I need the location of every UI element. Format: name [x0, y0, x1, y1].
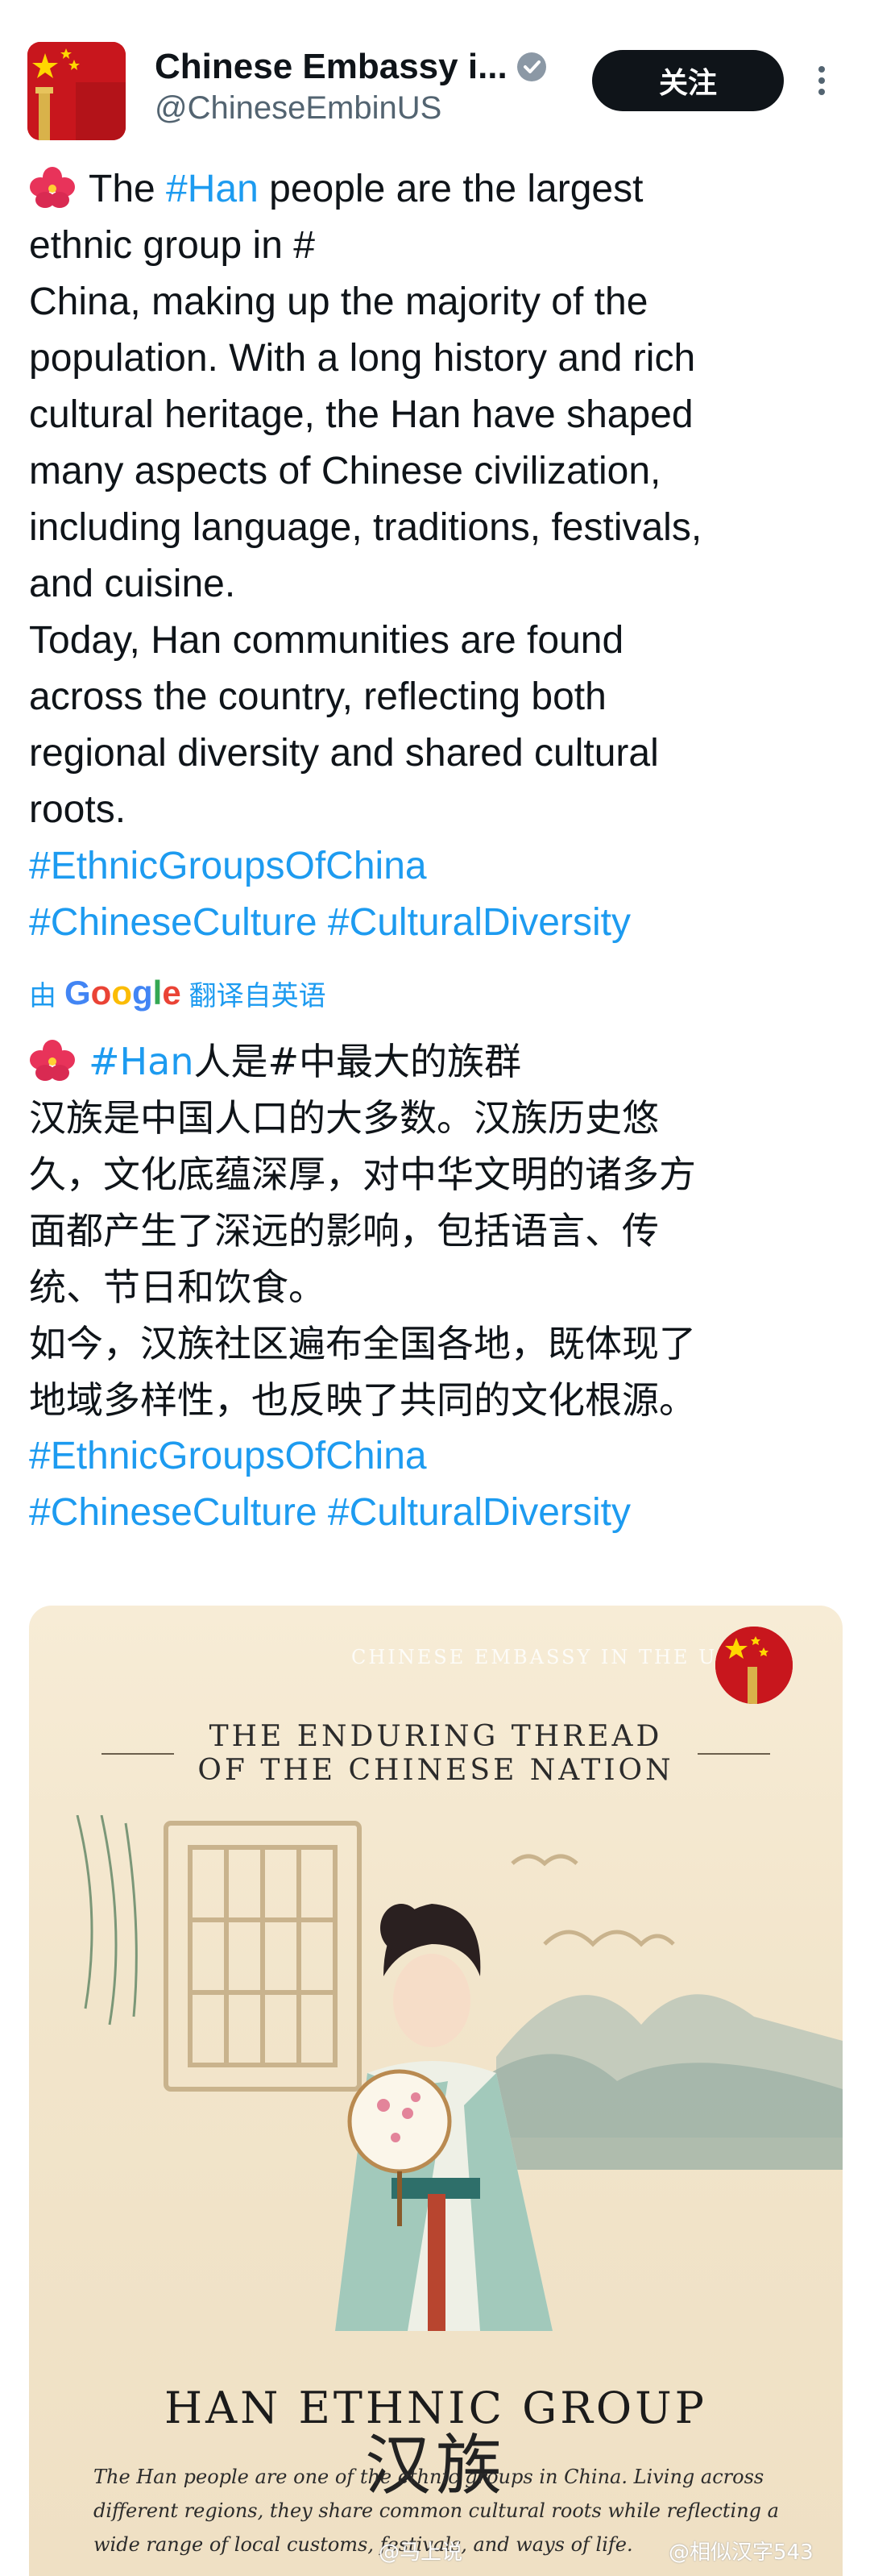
china-flag-icon [27, 42, 126, 140]
text-line: China, making up the majority of the [29, 280, 648, 323]
hashtag-link[interactable]: #EthnicGroupsOfChina [29, 838, 843, 895]
watermark-right: @相似汉字543 [669, 2541, 814, 2565]
hashtag-link[interactable]: #Han [89, 1040, 193, 1083]
han-woman-illustration [76, 1815, 843, 2331]
hashtag-link[interactable]: #EthnicGroupsOfChina [29, 1428, 843, 1485]
description-line: The Han people are one of the ethnic gro… [93, 2466, 764, 2488]
text-line: roots. [29, 788, 126, 831]
text-line: cultural heritage, the Han have shaped [29, 393, 694, 436]
text-segment: 人是#中最大的族群 [193, 1040, 522, 1083]
text-line: population. With a long history and rich [29, 337, 696, 380]
hashtag-link[interactable]: #ChineseCulture #CulturalDiversity [29, 1485, 843, 1541]
verified-badge-icon [516, 52, 546, 81]
text-line: including language, traditions, festival… [29, 506, 702, 549]
hibiscus-icon [30, 1040, 75, 1081]
lattice-window-icon [164, 1821, 362, 2092]
text-segment: people are the largest [258, 168, 644, 210]
text-line: across the country, reflecting both [29, 675, 607, 718]
google-logo: Google [64, 974, 181, 1012]
account-avatar[interactable] [27, 42, 126, 140]
account-handle[interactable]: @ChineseEmbinUS [155, 90, 441, 127]
post-text-chinese: #Han人是#中最大的族群 汉族是中国人口的大多数。汉族历史悠 久，文化底蕴深厚… [29, 1033, 843, 1541]
hashtag-link[interactable]: #ChineseCulture #CulturalDiversity [29, 895, 843, 951]
text-line: and cuisine. [29, 563, 236, 605]
description-line: different regions, they share common cul… [93, 2499, 779, 2522]
text-line: many aspects of Chinese civilization, [29, 450, 661, 492]
text-line: 汉族是中国人口的大多数。汉族历史悠 [29, 1096, 659, 1140]
hashtag-link[interactable]: #Han [166, 168, 259, 210]
text-line: #Han人是#中最大的族群 [29, 1033, 843, 1090]
post-text-english: The #Han people are the largest ethnic g… [29, 161, 843, 951]
translation-attribution[interactable]: 由 Google 翻译自英语 [29, 969, 326, 1017]
text-line: 地域多样性，也反映了共同的文化根源。 [29, 1378, 696, 1422]
card-title-line2: OF THE CHINESE NATION [197, 1754, 674, 1787]
display-name[interactable]: Chinese Embassy i... [155, 47, 508, 87]
text-line: regional diversity and shared cultural [29, 732, 659, 775]
watermark-left: @马上说 [379, 2541, 463, 2565]
post-header: Chinese Embassy i... @ChineseEmbinUS 关注 [0, 0, 870, 161]
card-badge: CHINESE EMBASSY IN THE U.S [351, 1646, 740, 1668]
more-options-icon[interactable] [806, 64, 838, 97]
embassy-logo [715, 1627, 793, 1704]
text-line: 如今，汉族社区遍布全国各地，既体现了 [29, 1322, 696, 1365]
hibiscus-icon [30, 167, 75, 208]
text-line: 久，文化底蕴深厚，对中华文明的诸多方 [29, 1153, 696, 1196]
translation-prefix: 由 [29, 979, 56, 1012]
card-title-line1: THE ENDURING THREAD [209, 1720, 663, 1753]
text-line: ethnic group in # [29, 224, 315, 267]
china-flag-icon [715, 1627, 793, 1704]
text-line: 统、节日和饮食。 [29, 1265, 325, 1309]
text-line: The #Han people are the largest [29, 161, 843, 218]
text-line: Today, Han communities are found [29, 619, 624, 662]
text-segment: The [89, 168, 167, 210]
attached-image[interactable]: CHINESE EMBASSY IN THE U.S THE ENDURING … [29, 1606, 843, 2576]
follow-button[interactable]: 关注 [592, 50, 784, 111]
translation-suffix: 翻译自英语 [188, 979, 326, 1012]
card-main-title: HAN ETHNIC GROUP [164, 2383, 707, 2433]
text-line: 面都产生了深远的影响，包括语言、传 [29, 1209, 659, 1253]
